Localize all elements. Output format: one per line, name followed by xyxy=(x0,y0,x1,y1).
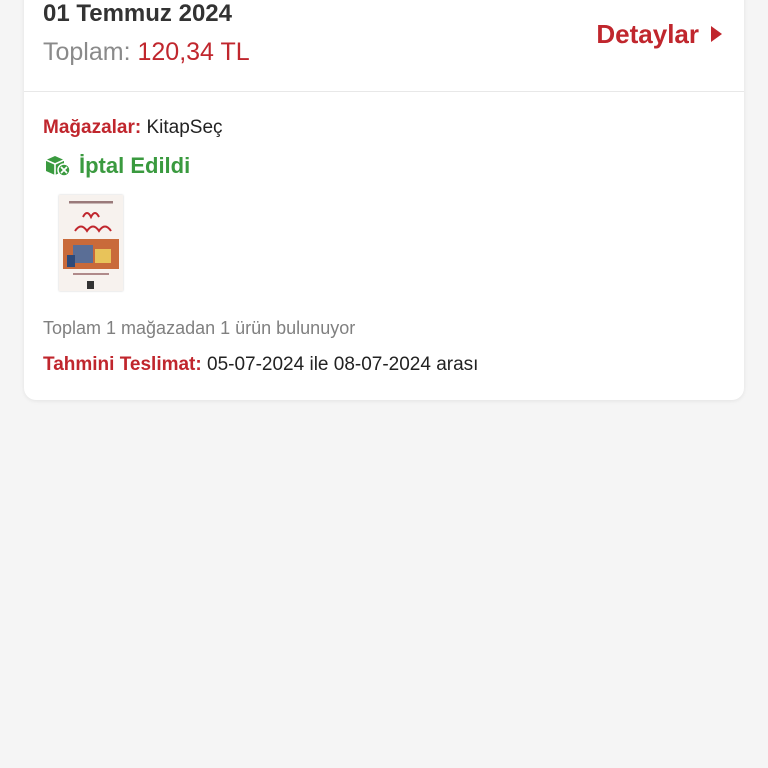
order-summary: Toplam 1 mağazadan 1 ürün bulunuyor xyxy=(43,318,356,338)
total-amount: 120,34 TL xyxy=(137,38,250,66)
details-link[interactable]: Detaylar xyxy=(596,18,722,50)
product-thumbnail[interactable] xyxy=(59,195,123,291)
delivery-label: Tahmini Teslimat: xyxy=(43,354,202,375)
stores-label: Mağazalar: xyxy=(43,117,142,138)
total-label: Toplam: xyxy=(43,38,131,66)
order-total: Toplam: 120,34 TL xyxy=(43,36,250,68)
book-cover-image xyxy=(59,195,123,291)
orders-page: 01 Temmuz 2024 Toplam: 120,34 TL Detayla… xyxy=(0,0,768,768)
order-status: İptal Edildi xyxy=(43,152,190,180)
stores-row: Mağazalar: KitapSeç xyxy=(43,116,223,140)
caret-right-icon xyxy=(711,26,722,42)
delivery-dates: 05-07-2024 ile 08-07-2024 arası xyxy=(207,354,479,375)
order-card: 01 Temmuz 2024 Toplam: 120,34 TL Detayla… xyxy=(24,0,744,400)
order-date: 01 Temmuz 2024 xyxy=(43,0,232,27)
package-cancel-icon xyxy=(45,156,71,177)
details-label: Detaylar xyxy=(596,19,699,49)
status-label: İptal Edildi xyxy=(79,153,191,178)
estimated-delivery: Tahmini Teslimat: 05-07-2024 ile 08-07-2… xyxy=(43,353,478,377)
order-card-header: 01 Temmuz 2024 Toplam: 120,34 TL Detayla… xyxy=(24,0,744,92)
store-name: KitapSeç xyxy=(146,117,223,138)
